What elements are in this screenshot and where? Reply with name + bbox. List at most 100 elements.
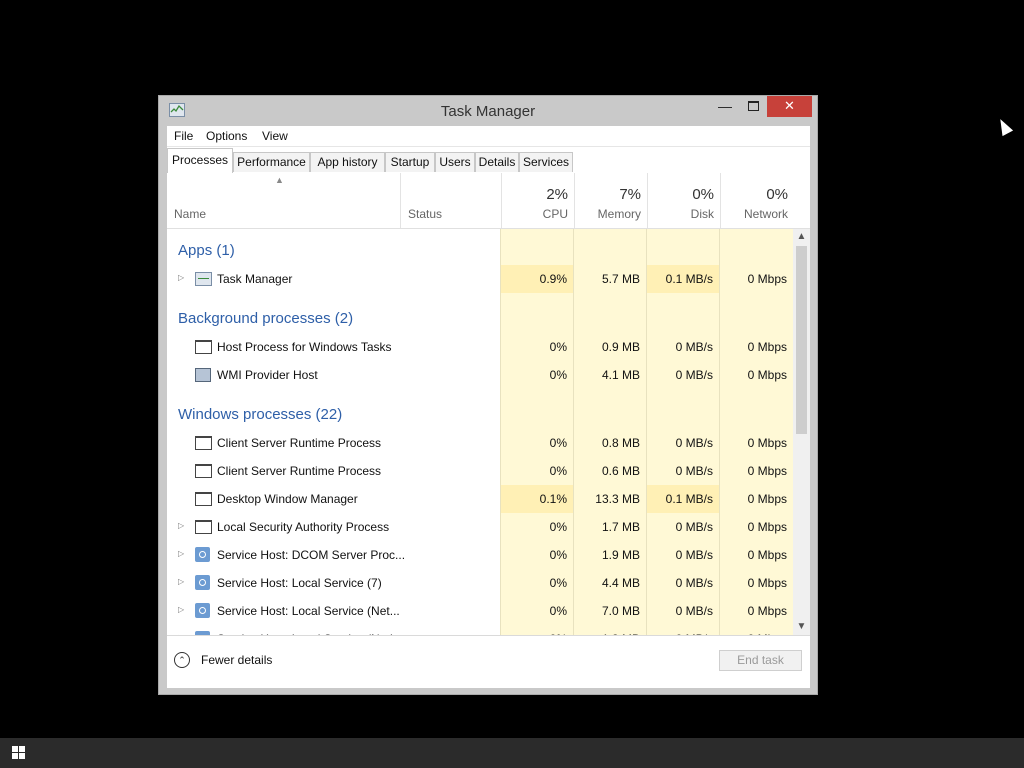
process-name: Service Host: DCOM Server Proc...: [217, 548, 406, 562]
menu-bar: File Options View: [167, 126, 810, 147]
memory-value: 13.3 MB: [595, 492, 640, 506]
process-row[interactable]: Host Process for Windows Tasks 0% 0.9 MB 0 …: [167, 333, 793, 361]
gear-icon: [195, 575, 210, 590]
cpu-value: 0%: [549, 520, 567, 534]
minimize-button[interactable]: —: [711, 96, 739, 117]
menu-view[interactable]: View: [262, 129, 288, 143]
taskbar: [0, 738, 1024, 768]
expand-chevron-icon[interactable]: ▷: [178, 577, 184, 586]
wmi-icon: [195, 368, 211, 382]
process-row[interactable]: ▷ Service Host: DCOM Server Proc... 0% 1.9 …: [167, 541, 793, 569]
expand-chevron-icon[interactable]: ▷: [178, 273, 184, 282]
header-name-label: Name: [174, 207, 207, 221]
maximize-button[interactable]: [739, 96, 767, 117]
expand-chevron-icon[interactable]: ▷: [178, 605, 184, 614]
memory-value: 0.9 MB: [601, 340, 640, 354]
end-task-button[interactable]: End task: [719, 650, 802, 671]
memory-value: 4.4 MB: [601, 576, 640, 590]
memory-value: 1.9 MB: [601, 548, 640, 562]
process-row[interactable]: ▷Service Host: Local Service (No I...0%1…: [167, 625, 793, 635]
network-value: 0 Mbps: [747, 272, 787, 286]
tab-details[interactable]: Details: [475, 152, 519, 172]
process-name: Task Manager: [217, 272, 293, 286]
cpu-value: 0%: [549, 368, 567, 382]
maximize-icon: [747, 101, 759, 111]
vertical-scrollbar[interactable]: ▲ ▼: [793, 229, 810, 635]
tab-startup[interactable]: Startup: [385, 152, 435, 172]
process-row[interactable]: WMI Provider Host 0% 4.1 MB 0 MB/s 0 Mbps: [167, 361, 793, 389]
memory-value: 4.1 MB: [601, 368, 640, 382]
footer-bar: ⌃ Fewer details End task: [167, 635, 810, 688]
process-row[interactable]: ▷ Service Host: Local Service (7) 0% 4.4 MB…: [167, 569, 793, 597]
task-manager-window: Task Manager — ✕ File Options View Proce…: [158, 95, 818, 695]
header-memory[interactable]: 7% Memory: [574, 173, 647, 228]
group-label: Windows processes (22): [178, 406, 343, 423]
header-cpu-label: CPU: [542, 207, 568, 221]
network-value: 0 Mbps: [747, 520, 787, 534]
process-name: Client Server Runtime Process: [217, 436, 382, 450]
fewer-details-link[interactable]: Fewer details: [201, 653, 272, 667]
process-row[interactable]: ▷ Task Manager 0.9% 5.7 MB 0.1 MB/s 0 Mbps: [167, 265, 793, 293]
tab-app-history[interactable]: App history: [310, 152, 385, 172]
disk-value: 0 MB/s: [675, 464, 713, 478]
group-label: Background processes (2): [178, 310, 354, 327]
windows-start-icon[interactable]: [12, 746, 26, 760]
header-status-label: Status: [408, 207, 443, 221]
disk-value: 0.1 MB/s: [665, 492, 713, 506]
scroll-thumb[interactable]: [796, 246, 807, 434]
chevron-up-circle-icon[interactable]: ⌃: [174, 652, 190, 668]
close-button[interactable]: ✕: [767, 96, 812, 117]
group-header[interactable]: Windows processes (22): [167, 399, 793, 427]
window-icon: [195, 436, 212, 450]
gear-icon: [195, 603, 210, 618]
header-name[interactable]: ▲ Name: [167, 173, 400, 228]
header-network[interactable]: 0% Network: [720, 173, 794, 228]
menu-options[interactable]: Options: [206, 129, 247, 143]
header-memory-label: Memory: [597, 207, 641, 221]
network-total-percent: 0%: [766, 186, 788, 203]
process-name: Host Process for Windows Tasks: [217, 340, 392, 354]
process-name: Service Host: Local Service (7): [217, 576, 382, 590]
process-row[interactable]: Desktop Window Manager 0.1% 13.3 MB 0.1 MB/…: [167, 485, 793, 513]
cpu-value: 0%: [549, 436, 567, 450]
memory-value: 0.8 MB: [601, 436, 640, 450]
disk-total-percent: 0%: [692, 186, 714, 203]
header-disk[interactable]: 0% Disk: [647, 173, 720, 228]
tab-services[interactable]: Services: [519, 152, 573, 172]
title-bar[interactable]: Task Manager — ✕: [159, 96, 817, 126]
disk-value: 0 MB/s: [675, 548, 713, 562]
process-name: WMI Provider Host: [217, 368, 318, 382]
disk-value: 0 MB/s: [675, 576, 713, 590]
disk-value: 0 MB/s: [675, 520, 713, 534]
process-row[interactable]: ▷ Local Security Authority Process 0% 1.7 M…: [167, 513, 793, 541]
menu-file[interactable]: File: [174, 129, 193, 143]
process-row[interactable]: Client Server Runtime Process 0% 0.8 MB 0 M…: [167, 429, 793, 457]
process-row[interactable]: Client Server Runtime Process 0% 0.6 MB 0 M…: [167, 457, 793, 485]
process-list[interactable]: Apps (1) ▷ Task Manager 0.9% 5.7 MB 0.1 MB/s 0…: [167, 229, 793, 635]
expand-chevron-icon[interactable]: ▷: [178, 521, 184, 530]
memory-value: 7.0 MB: [601, 604, 640, 618]
scroll-down-icon[interactable]: ▼: [793, 619, 810, 635]
process-name: Desktop Window Manager: [217, 492, 358, 506]
header-cpu[interactable]: 2% CPU: [501, 173, 574, 228]
cpu-value: 0%: [549, 464, 567, 478]
group-header[interactable]: Apps (1): [167, 235, 793, 263]
process-row[interactable]: ▷ Service Host: Local Service (Net... 0% 7.…: [167, 597, 793, 625]
tab-users[interactable]: Users: [435, 152, 475, 172]
memory-value: 0.6 MB: [601, 464, 640, 478]
column-header: ▲ Name Status 2% CPU 7% Memory 0% Disk 0…: [167, 173, 810, 229]
tab-performance[interactable]: Performance: [233, 152, 310, 172]
disk-value: 0 MB/s: [675, 368, 713, 382]
network-value: 0 Mbps: [747, 340, 787, 354]
cpu-value: 0%: [549, 604, 567, 618]
group-header[interactable]: Background processes (2): [167, 303, 793, 331]
tab-processes[interactable]: Processes: [167, 148, 233, 173]
network-value: 0 Mbps: [747, 368, 787, 382]
cpu-value: 0%: [549, 576, 567, 590]
header-status[interactable]: Status: [400, 173, 501, 228]
window-icon: [195, 520, 212, 534]
network-value: 0 Mbps: [747, 576, 787, 590]
scroll-up-icon[interactable]: ▲: [793, 229, 810, 245]
expand-chevron-icon[interactable]: ▷: [178, 549, 184, 558]
task-manager-icon: [195, 272, 212, 286]
